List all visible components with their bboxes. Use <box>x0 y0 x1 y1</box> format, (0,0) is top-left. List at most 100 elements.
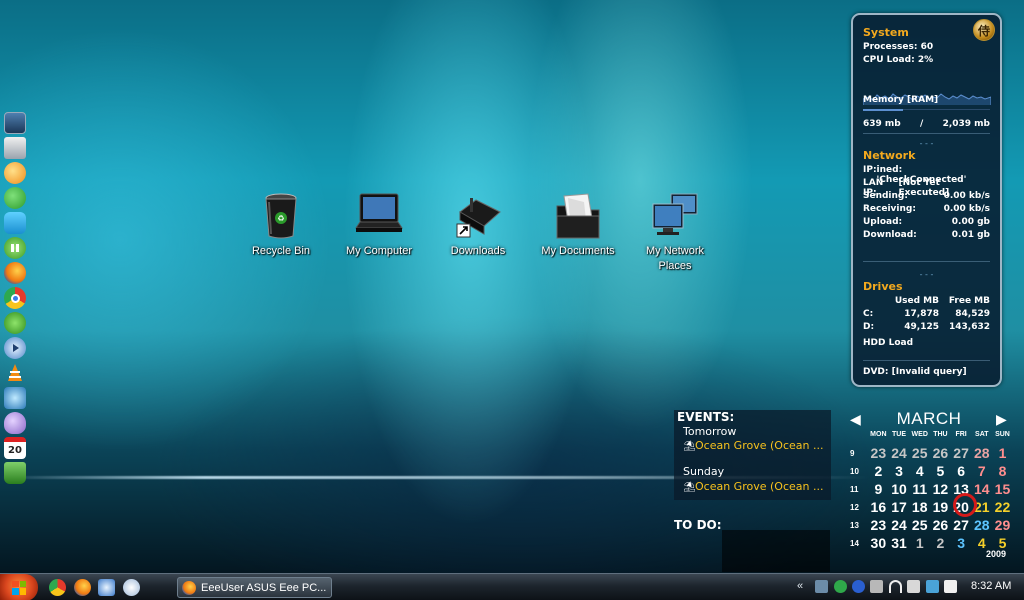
calendar-week: 12 16 17 18 19 20 21 22 <box>850 499 1013 515</box>
calendar-day[interactable]: 18 <box>909 499 930 515</box>
mail-icon[interactable] <box>4 137 26 159</box>
calendar-day[interactable]: 5 <box>930 463 951 479</box>
laptop-icon <box>355 192 403 240</box>
utorrent-icon[interactable] <box>4 312 26 334</box>
wifi-tray-icon[interactable] <box>889 580 902 593</box>
calendar-day[interactable]: 24 <box>889 517 910 533</box>
system-monitor-gadget[interactable]: 侍 System Processes: 60 CPU Load: 2% Memo… <box>851 13 1002 387</box>
weekday-label: FRI <box>955 431 967 438</box>
download-row: Download: 0.01 gb <box>863 230 990 240</box>
calendar-day[interactable]: 1 <box>992 445 1013 461</box>
media-player-icon[interactable] <box>4 337 26 359</box>
calendar-day[interactable]: 12 <box>930 481 951 497</box>
pidgin-icon[interactable] <box>4 412 26 434</box>
events-gadget[interactable]: EVENTS: Tomorrow ⛱Ocean Grove (Ocean ...… <box>674 410 831 500</box>
media-player-icon[interactable] <box>123 579 140 596</box>
calendar-day[interactable]: 27 <box>951 445 972 461</box>
calendar-day[interactable]: 22 <box>992 499 1013 515</box>
skype-tray-icon[interactable] <box>834 580 847 593</box>
desktop-icon-downloads[interactable]: Downloads <box>437 192 519 259</box>
bluetooth-tray-icon[interactable] <box>852 580 865 593</box>
calendar-day[interactable]: 9 <box>868 481 889 497</box>
vlc-icon[interactable] <box>4 362 26 384</box>
tray-expand-icon[interactable]: « <box>797 580 803 592</box>
calendar-day[interactable]: 2 <box>930 535 951 551</box>
taskbar-window-button[interactable]: EeeUser ASUS Eee PC... <box>177 577 332 598</box>
divider <box>863 261 990 262</box>
calendar-day[interactable]: 14 <box>971 481 992 497</box>
week-number: 10 <box>850 466 859 476</box>
calendar-day[interactable]: 8 <box>992 463 1013 479</box>
drives-title: Drives <box>863 280 903 293</box>
desktop-icon-my-computer[interactable]: My Computer <box>338 192 420 259</box>
calendar-day[interactable]: 31 <box>889 535 910 551</box>
calendar-day[interactable]: 6 <box>951 463 972 479</box>
network-share-icon[interactable] <box>4 387 26 409</box>
battery-tray-icon[interactable] <box>944 580 957 593</box>
network-icon <box>651 192 699 240</box>
weekday-label: SAT <box>975 431 989 438</box>
svg-text:♻: ♻ <box>277 214 284 223</box>
antivirus-tray-icon[interactable] <box>870 580 883 593</box>
network-tray-icon[interactable] <box>815 580 828 593</box>
calendar-day[interactable]: 27 <box>951 517 972 533</box>
next-month-icon[interactable]: ▶ <box>996 411 1007 428</box>
calendar-day[interactable]: 24 <box>889 445 910 461</box>
calendar-day[interactable]: 7 <box>971 463 992 479</box>
calendar-day[interactable]: 23 <box>868 517 889 533</box>
volume-tray-icon[interactable] <box>907 580 920 593</box>
skype-icon[interactable] <box>4 187 26 209</box>
desktop-icon-recycle-bin[interactable]: ♻ Recycle Bin <box>240 192 322 259</box>
calendar-icon[interactable]: 20 <box>4 437 26 459</box>
messenger-icon[interactable] <box>4 162 26 184</box>
calendar-day[interactable]: 26 <box>930 517 951 533</box>
firefox-icon[interactable] <box>74 579 91 596</box>
event-item[interactable]: ⛱Ocean Grove (Ocean ... <box>683 480 823 493</box>
chrome-icon[interactable] <box>4 287 26 309</box>
taskbar-clock[interactable]: 8:32 AM <box>971 580 1011 592</box>
pause-icon[interactable] <box>4 237 26 259</box>
calendar-day[interactable]: 15 <box>992 481 1013 497</box>
calendar-day[interactable]: 16 <box>868 499 889 515</box>
event-item[interactable]: ⛱Ocean Grove (Ocean ... <box>683 439 823 452</box>
calendar-day[interactable]: 28 <box>971 517 992 533</box>
hdd-load-label: HDD Load <box>863 338 914 348</box>
desktop-icon-label: My Computer <box>345 245 413 257</box>
calendar-day[interactable]: 2 <box>868 463 889 479</box>
calendar-day[interactable]: 3 <box>889 463 910 479</box>
start-button[interactable] <box>0 574 38 600</box>
firefox-icon[interactable] <box>4 262 26 284</box>
display-tray-icon[interactable] <box>926 580 939 593</box>
desktop-icon-label: My Network Places <box>645 245 705 272</box>
calendar-day[interactable]: 25 <box>909 517 930 533</box>
gadget-logo-icon[interactable]: 侍 <box>973 19 995 41</box>
memory-bar-fill <box>863 109 903 111</box>
calendar-day[interactable]: 17 <box>889 499 910 515</box>
show-desktop-icon[interactable] <box>98 579 115 596</box>
calendar-day[interactable]: 23 <box>868 445 889 461</box>
calendar-day[interactable]: 4 <box>909 463 930 479</box>
desktop-icon-my-network-places[interactable]: My Network Places <box>634 192 716 274</box>
calendar-day[interactable]: 3 <box>951 535 972 551</box>
todo-list[interactable] <box>722 530 830 572</box>
desktop-icon-my-documents[interactable]: My Documents <box>537 192 619 259</box>
calendar-day[interactable]: 25 <box>909 445 930 461</box>
week-number: 12 <box>850 502 859 512</box>
chrome-icon[interactable] <box>49 579 66 596</box>
laptop-icon[interactable] <box>4 112 26 134</box>
calendar-gadget[interactable]: ◀ MARCH ▶ MON TUE WED THU FRI SAT SUN 9 … <box>846 405 1024 575</box>
calendar-day[interactable]: 11 <box>909 481 930 497</box>
calendar-day[interactable]: 19 <box>930 499 951 515</box>
calendar-day[interactable]: 28 <box>971 445 992 461</box>
week-number: 14 <box>850 538 859 548</box>
calendar-day[interactable]: 26 <box>930 445 951 461</box>
calendar-day[interactable]: 30 <box>868 535 889 551</box>
calendar-day[interactable]: 10 <box>889 481 910 497</box>
trash-icon[interactable] <box>4 462 26 484</box>
recycle-bin-icon: ♻ <box>257 192 305 240</box>
calendar-day[interactable]: 1 <box>909 535 930 551</box>
left-dock: 20 <box>4 112 30 487</box>
divider <box>863 360 990 361</box>
windows-live-icon[interactable] <box>4 212 26 234</box>
calendar-day[interactable]: 29 <box>992 517 1013 533</box>
